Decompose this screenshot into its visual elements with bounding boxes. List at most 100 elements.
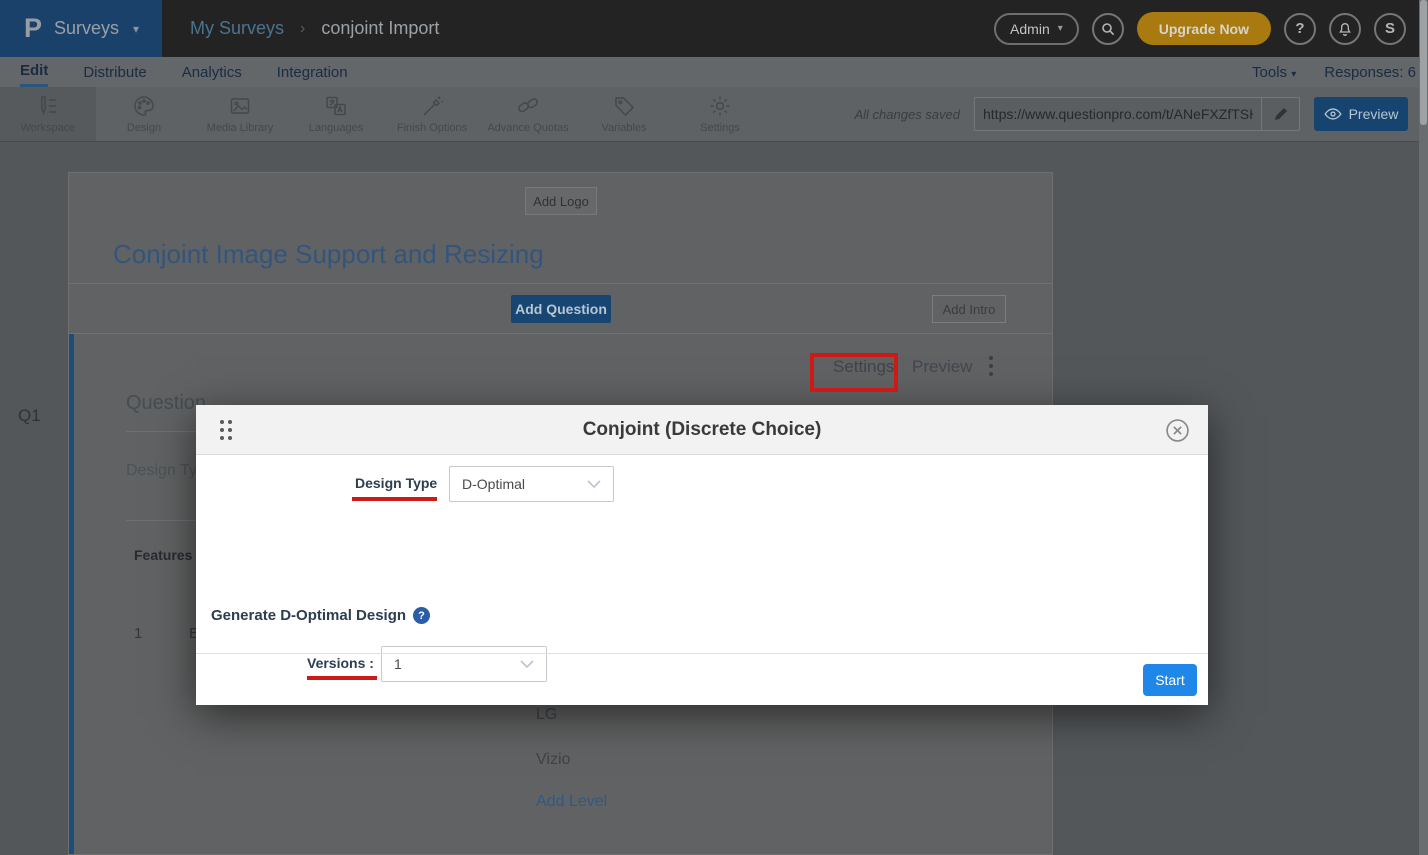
product-name: Surveys — [54, 18, 119, 39]
toolbar-label: Design — [127, 122, 161, 134]
toolbar-label: Languages — [309, 122, 363, 134]
caret-down-icon: ▾ — [133, 22, 139, 36]
close-icon — [1165, 418, 1190, 443]
caret-down-icon: ▾ — [1058, 23, 1063, 34]
toolbar-item-workspace[interactable]: Workspace — [0, 87, 96, 141]
close-button[interactable] — [1165, 418, 1190, 443]
toolbar-label: Variables — [601, 122, 646, 134]
tools-label: Tools — [1252, 64, 1287, 81]
toolbar-items: Workspace Design Media Library Languages — [0, 87, 768, 141]
question-text-label: Question — [126, 392, 206, 415]
responses-count[interactable]: Responses: 6 — [1324, 64, 1416, 81]
survey-action-row: Add Question Add Intro — [69, 284, 1052, 334]
help-button[interactable]: ? — [1284, 13, 1316, 45]
generate-design-text: Generate D-Optimal Design — [211, 607, 406, 624]
eye-icon — [1324, 107, 1342, 121]
share-url-input[interactable] — [975, 98, 1261, 130]
advance-quotas-icon — [516, 94, 540, 118]
design-type-label: Design Type — [355, 475, 437, 491]
upgrade-now-button[interactable]: Upgrade Now — [1137, 12, 1271, 45]
toolbar-label: Workspace — [21, 122, 76, 134]
questionpro-logo: P — [24, 13, 42, 44]
survey-toolbar: Workspace Design Media Library Languages — [0, 87, 1428, 142]
modal-header: Conjoint (Discrete Choice) — [196, 405, 1208, 455]
conjoint-settings-modal: Conjoint (Discrete Choice) Design Type D… — [196, 405, 1208, 705]
media-library-icon — [228, 94, 252, 118]
drag-handle-icon[interactable] — [220, 420, 232, 440]
question-mark-icon: ? — [1295, 20, 1304, 37]
preview-button[interactable]: Preview — [1314, 97, 1408, 131]
level-item[interactable]: Vizio — [536, 751, 570, 769]
topbar-actions: Admin ▾ Upgrade Now ? S — [994, 0, 1406, 57]
toolbar-item-media-library[interactable]: Media Library — [192, 87, 288, 141]
tab-integration[interactable]: Integration — [277, 57, 348, 87]
modal-body: Design Type D-Optimal Generate D-Optimal… — [196, 455, 1208, 653]
features-header: Features — [134, 547, 192, 563]
kebab-menu-icon[interactable] — [989, 356, 993, 376]
workspace-icon — [36, 94, 60, 118]
chevron-down-icon — [587, 480, 601, 489]
question-id: Q1 — [18, 406, 41, 426]
pencil-icon — [1273, 106, 1289, 122]
breadcrumb-current-page: conjoint Import — [321, 18, 439, 39]
add-question-button[interactable]: Add Question — [511, 295, 611, 323]
add-level-link[interactable]: Add Level — [536, 793, 607, 811]
design-type-dropdown[interactable]: D-Optimal — [449, 466, 614, 502]
caret-down-icon: ▾ — [1291, 69, 1296, 80]
search-icon — [1100, 21, 1116, 37]
finish-options-icon — [420, 94, 444, 118]
preview-label: Preview — [1349, 106, 1399, 122]
toolbar-right: All changes saved Preview — [854, 87, 1408, 141]
breadcrumb-my-surveys[interactable]: My Surveys — [190, 18, 284, 39]
tab-analytics[interactable]: Analytics — [182, 57, 242, 87]
edit-url-button[interactable] — [1261, 98, 1299, 130]
tab-distribute[interactable]: Distribute — [83, 57, 146, 87]
tab-edit[interactable]: Edit — [20, 57, 48, 87]
avatar-initial: S — [1385, 20, 1395, 37]
design-type-value: D-Optimal — [462, 476, 525, 492]
bell-icon — [1337, 21, 1353, 37]
nav-right: Tools ▾ Responses: 6 — [1252, 57, 1420, 87]
add-intro-button[interactable]: Add Intro — [932, 295, 1006, 323]
admin-label: Admin — [1010, 21, 1050, 37]
toolbar-label: Advance Quotas — [487, 122, 568, 134]
nav-tabs: Edit Distribute Analytics Integration — [20, 57, 348, 87]
survey-header: Add Logo Conjoint Image Support and Resi… — [69, 173, 1052, 284]
help-circle-icon[interactable]: ? — [413, 607, 430, 624]
settings-icon — [708, 94, 732, 118]
start-button[interactable]: Start — [1143, 664, 1197, 696]
page-scrollbar[interactable] — [1419, 0, 1428, 855]
avatar[interactable]: S — [1374, 13, 1406, 45]
languages-icon — [324, 94, 348, 118]
level-item[interactable]: LG — [536, 706, 557, 724]
annotation-underline-design-type — [352, 497, 437, 501]
annotation-underline-versions — [307, 676, 377, 680]
modal-title: Conjoint (Discrete Choice) — [196, 405, 1208, 455]
scrollbar-thumb[interactable] — [1420, 0, 1427, 125]
brand-surveys-menu[interactable]: P Surveys ▾ — [0, 0, 162, 57]
toolbar-item-finish-options[interactable]: Finish Options — [384, 87, 480, 141]
breadcrumb-separator-icon: › — [300, 20, 305, 38]
toolbar-item-variables[interactable]: Variables — [576, 87, 672, 141]
variables-icon — [612, 94, 636, 118]
save-status: All changes saved — [854, 107, 960, 122]
design-icon — [132, 94, 156, 118]
survey-title[interactable]: Conjoint Image Support and Resizing — [113, 239, 544, 270]
toolbar-item-languages[interactable]: Languages — [288, 87, 384, 141]
top-bar: P Surveys ▾ My Surveys › conjoint Import… — [0, 0, 1428, 57]
search-button[interactable] — [1092, 13, 1124, 45]
toolbar-item-settings[interactable]: Settings — [672, 87, 768, 141]
breadcrumb: My Surveys › conjoint Import — [190, 0, 439, 57]
toolbar-label: Media Library — [207, 122, 274, 134]
toolbar-label: Settings — [700, 122, 740, 134]
nav-tab-bar: Edit Distribute Analytics Integration To… — [0, 57, 1428, 87]
toolbar-item-advance-quotas[interactable]: Advance Quotas — [480, 87, 576, 141]
question-preview-link[interactable]: Preview — [912, 357, 972, 377]
add-logo-button[interactable]: Add Logo — [525, 187, 597, 215]
admin-dropdown[interactable]: Admin ▾ — [994, 13, 1079, 45]
tools-dropdown[interactable]: Tools ▾ — [1252, 64, 1296, 81]
notifications-button[interactable] — [1329, 13, 1361, 45]
generate-design-heading: Generate D-Optimal Design ? — [211, 607, 430, 624]
toolbar-item-design[interactable]: Design — [96, 87, 192, 141]
feature-index: 1 — [134, 625, 142, 642]
